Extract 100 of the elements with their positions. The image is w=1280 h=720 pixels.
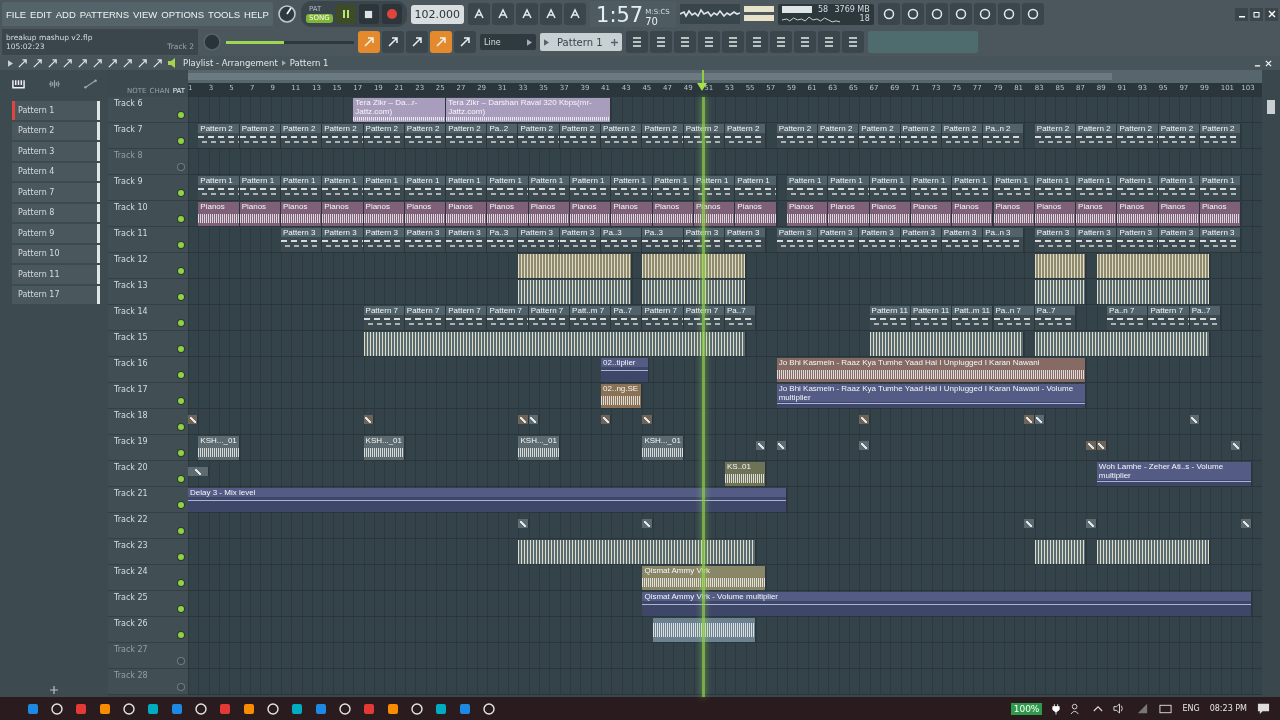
audio-clip[interactable]: Pianos [910, 202, 953, 226]
track-mute-led[interactable] [178, 580, 184, 586]
toolbar-button[interactable] [973, 3, 996, 25]
pattern-clip[interactable]: Pattern 7 [528, 306, 571, 330]
pattern-clip[interactable]: Pattern 2 [642, 124, 684, 148]
audio-clip[interactable]: Qismat Ammy Virk [642, 566, 767, 590]
pattern-clip[interactable]: Pattern 3 [776, 228, 818, 252]
toolbar-button[interactable] [745, 31, 768, 53]
track-mute-led[interactable] [178, 424, 184, 430]
pattern-clip[interactable]: Pattern 1 [1158, 176, 1200, 200]
pattern-clip[interactable]: Pattern 1 [869, 176, 911, 200]
marker-clip[interactable] [776, 441, 787, 450]
pattern-clip[interactable]: Pa..n 2 [983, 124, 1025, 148]
toolbar-button[interactable] [949, 3, 972, 25]
marker-clip[interactable] [601, 415, 612, 424]
pattern-clip[interactable]: Pattern 1 [1076, 176, 1118, 200]
toolbar-button[interactable] [468, 3, 491, 25]
track-header[interactable]: Track 6 [108, 97, 188, 123]
track-lane[interactable]: Delay 3 - Mix level [188, 487, 1262, 513]
audio-clip[interactable]: Pianos [239, 202, 281, 226]
pattern-clip[interactable]: Pattern 2 [404, 124, 447, 148]
marker-clip[interactable] [363, 415, 374, 424]
audio-clip[interactable]: Pianos [652, 202, 694, 226]
note-clip[interactable] [869, 332, 1025, 356]
track-mute-led[interactable] [178, 320, 184, 326]
overview-scrollbar[interactable] [188, 70, 1262, 83]
pattern-clip[interactable]: Pattern 3 [683, 228, 725, 252]
pattern-clip[interactable]: Pattern 1 [239, 176, 281, 200]
pattern-clip[interactable]: Pa..7 [611, 306, 643, 330]
audio-clip[interactable]: Pianos [487, 202, 529, 226]
note-clip[interactable] [518, 280, 633, 304]
automation-clip[interactable]: Woh Lamhe - Zeher Ati..s - Volume multiplier [1096, 462, 1252, 486]
toolbar-button[interactable] [901, 3, 924, 25]
marker-clip[interactable] [1086, 519, 1097, 528]
track-lane[interactable]: Pattern 7 Pattern 7 Pattern 7 Pattern 7 Pattern 7 Patt..m 7 Pa..7 Pattern 7 Pattern 7 Pa..7 Pattern 11 Pattern 11 Patt..m 11 Pa..n 7 Pa..7 Pa..n 7 Pattern 7 Pa..7 [188, 305, 1262, 331]
track-lane[interactable]: KSH..._01 KSH..._01 KSH..._01 KSH..._01 [188, 435, 1262, 461]
menu-item[interactable]: TOOLS [208, 8, 241, 20]
marker-clip[interactable] [528, 415, 540, 424]
pattern-clip[interactable]: Pattern 3 [941, 228, 984, 252]
pattern-clip[interactable]: Pattern 2 [559, 124, 602, 148]
menu-item[interactable]: EDIT [30, 8, 52, 20]
pattern-clip[interactable]: Pattern 1 [487, 176, 529, 200]
track-header[interactable]: Track 9 [108, 175, 188, 201]
marker-clip[interactable] [859, 441, 870, 450]
audio-clip[interactable]: KS..01 [725, 462, 767, 486]
audio-clip[interactable]: Pianos [611, 202, 653, 226]
pattern-clip[interactable]: Pattern 7 [363, 306, 405, 330]
audio-clip[interactable]: Pianos [828, 202, 870, 226]
track-lane[interactable]: Qismat Ammy Virk [188, 565, 1262, 591]
track-header[interactable]: Track 13 [108, 279, 188, 305]
pattern-clip[interactable]: Pa..3 [601, 228, 643, 252]
menu-item[interactable]: HELP [244, 8, 269, 20]
waveform-icon[interactable] [47, 78, 61, 89]
track-lane[interactable]: 02..tiplier Jo Bhi Kasmein - Raaz Kya Tumhe Yaad Hai I Unplugged I Karan Nawani [188, 357, 1262, 383]
pattern-item[interactable]: Pattern 3 [12, 142, 100, 161]
track-mute-led[interactable] [178, 242, 184, 248]
toolbar-button[interactable] [649, 31, 672, 53]
track-mute-led[interactable] [178, 190, 184, 196]
pattern-clip[interactable]: Pattern 1 [1200, 176, 1242, 200]
pattern-clip[interactable]: Pattern 1 [952, 176, 994, 200]
pattern-item[interactable]: Pattern 17 [12, 285, 100, 304]
marker-clip[interactable] [188, 415, 199, 424]
track-header[interactable]: Track 26 [108, 617, 188, 643]
pattern-clip[interactable]: Pattern 2 [239, 124, 281, 148]
toolbar-button[interactable] [492, 3, 515, 25]
pattern-selector[interactable]: Pattern 1 [540, 33, 622, 51]
audio-clip[interactable]: Pianos [1158, 202, 1200, 226]
pattern-clip[interactable]: Pattern 11 [910, 306, 953, 330]
pattern-clip[interactable]: Pattern 2 [280, 124, 323, 148]
pattern-clip[interactable]: Pattern 3 [559, 228, 602, 252]
track-lane[interactable]: Pianos Pianos Pianos Pianos Pianos Pianos Pianos Pianos Pianos Pianos Pianos Pianos Pianos Pianos Pianos Pianos Pianos Pianos Pianos Pianos Pianos Pianos Pianos Pianos Pianos [188, 201, 1262, 227]
pattern-clip[interactable]: Pattern 2 [322, 124, 364, 148]
track-mute-led[interactable] [178, 372, 184, 378]
track-mute-led[interactable] [178, 164, 184, 170]
piano-icon[interactable] [11, 78, 25, 89]
automation-clip[interactable]: 02..tiplier [601, 358, 649, 382]
track-header[interactable]: Track 23 [108, 539, 188, 565]
pattern-clip[interactable]: Pattern 2 [1200, 124, 1242, 148]
pattern-clip[interactable]: Pattern 1 [363, 176, 405, 200]
toolbar-button[interactable] [673, 31, 696, 53]
pattern-clip[interactable]: Pattern 1 [1034, 176, 1077, 200]
pattern-clip[interactable]: Pattern 2 [363, 124, 405, 148]
toolbar-button[interactable] [769, 31, 792, 53]
audio-clip[interactable] [652, 618, 756, 642]
marker-clip[interactable] [518, 415, 529, 424]
note-clip[interactable] [1034, 332, 1211, 356]
track-mute-led[interactable] [178, 554, 184, 560]
pattern-clip[interactable]: Pattern 1 [198, 176, 240, 200]
note-clip[interactable] [1034, 254, 1087, 278]
audio-clip[interactable]: 02..ng.SE [601, 384, 643, 408]
pattern-clip[interactable]: Pattern 11 [869, 306, 911, 330]
track-header[interactable]: Track 15 [108, 331, 188, 357]
pattern-clip[interactable]: Pattern 7 [446, 306, 488, 330]
pattern-clip[interactable]: Pattern 1 [280, 176, 323, 200]
pattern-item[interactable]: Pattern 7 [12, 183, 100, 202]
pattern-clip[interactable]: Pattern 7 [1148, 306, 1190, 330]
menu-item[interactable]: PATTERNS [79, 8, 130, 20]
menu-item[interactable]: VIEW [133, 8, 158, 20]
note-clip[interactable] [642, 254, 746, 278]
pattern-clip[interactable]: Pattern 7 [487, 306, 529, 330]
